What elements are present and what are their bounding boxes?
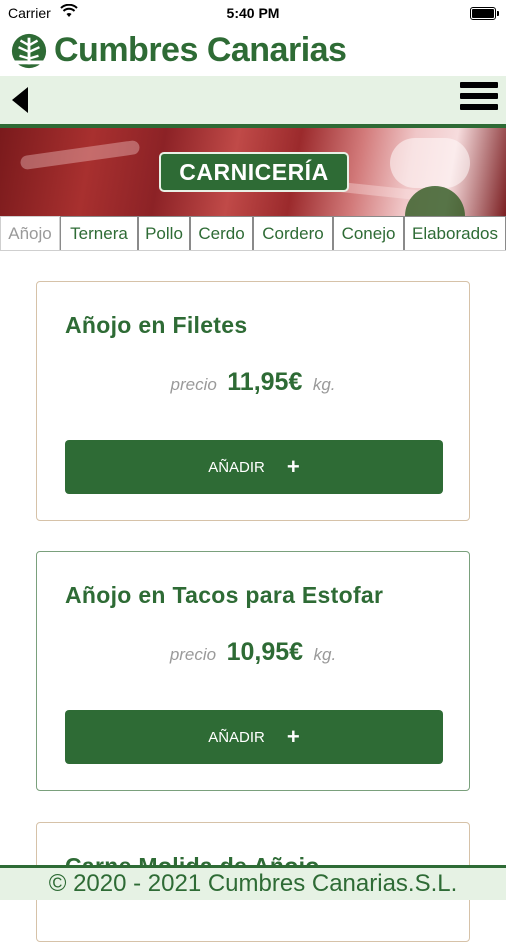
tree-logo-icon	[11, 33, 47, 69]
price-label: precio	[169, 645, 217, 664]
category-tabs: Añojo Ternera Pollo Cerdo Cordero Conejo…	[0, 216, 506, 251]
brand-logo-text[interactable]: Cumbres Canarias	[54, 31, 347, 70]
price-row: precio 10,95€ kg.	[37, 638, 469, 667]
menu-line	[460, 104, 498, 110]
price-value: 10,95€	[226, 638, 304, 666]
menu-line	[460, 82, 498, 88]
tab-ternera[interactable]: Ternera	[60, 216, 138, 250]
navigation-bar	[0, 76, 506, 128]
logo-bar: Cumbres Canarias	[0, 28, 506, 76]
tab-anojo[interactable]: Añojo	[0, 216, 60, 250]
tab-conejo[interactable]: Conejo	[333, 216, 404, 250]
menu-line	[460, 93, 498, 99]
tab-cordero[interactable]: Cordero	[253, 216, 333, 250]
tab-elaborados[interactable]: Elaborados	[404, 216, 506, 250]
product-name: Añojo en Tacos para Estofar	[65, 582, 384, 608]
status-bar: Carrier 5:40 PM	[0, 0, 506, 28]
footer: © 2020 - 2021 Cumbres Canarias.S.L.	[0, 865, 506, 900]
add-to-cart-button[interactable]: AÑADIR +	[65, 440, 443, 494]
banner-meat-texture	[19, 139, 141, 171]
tab-cerdo[interactable]: Cerdo	[190, 216, 253, 250]
status-time: 5:40 PM	[226, 5, 280, 21]
tab-pollo[interactable]: Pollo	[138, 216, 190, 250]
hamburger-menu-icon[interactable]	[460, 82, 498, 118]
price-label: precio	[170, 375, 217, 394]
battery-fill	[472, 9, 494, 18]
add-button-label: AÑADIR	[208, 458, 265, 476]
banner-meat-texture	[390, 138, 470, 188]
unit-label: kg.	[312, 375, 336, 394]
product-card: Añojo en Tacos para Estofar precio 10,95…	[36, 551, 470, 791]
price-row: precio 11,95€ kg.	[37, 368, 469, 397]
product-name: Añojo en Filetes	[65, 312, 248, 338]
category-title: CARNICERÍA	[159, 152, 349, 192]
back-arrow-icon[interactable]	[6, 84, 34, 116]
plus-icon: +	[286, 454, 300, 479]
category-banner: CARNICERÍA	[0, 128, 506, 216]
product-card: Añojo en Filetes precio 11,95€ kg. AÑADI…	[36, 281, 470, 521]
unit-label: kg.	[313, 645, 337, 664]
battery-icon	[470, 7, 499, 20]
price-value: 11,95€	[227, 368, 303, 396]
add-button-label: AÑADIR	[208, 728, 265, 746]
plus-icon: +	[286, 724, 300, 749]
add-to-cart-button[interactable]: AÑADIR +	[65, 710, 443, 764]
